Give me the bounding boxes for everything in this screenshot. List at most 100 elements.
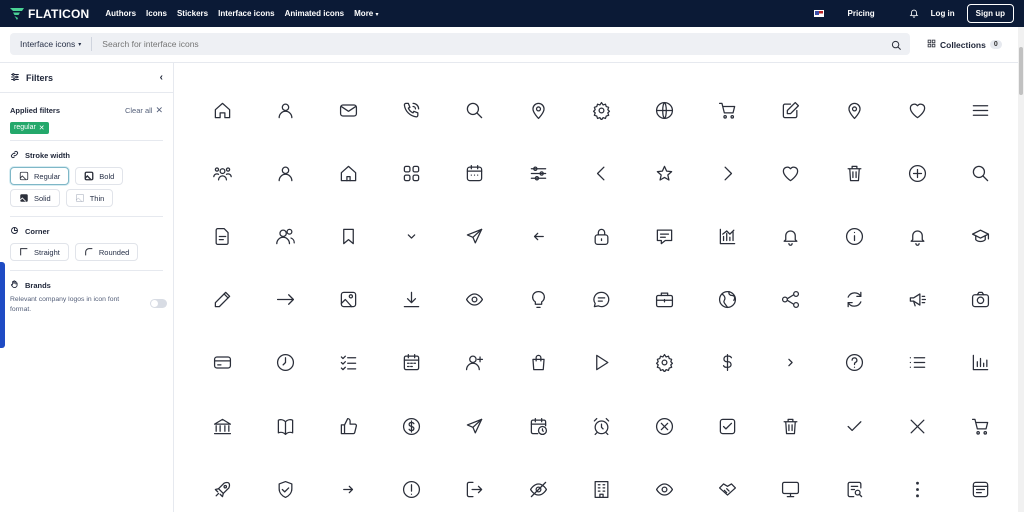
- stroke-option-thin[interactable]: Thin: [65, 189, 114, 207]
- document-icon[interactable]: [209, 223, 235, 249]
- bell-ring-icon[interactable]: [904, 223, 930, 249]
- shopping-cart-icon[interactable]: [715, 97, 741, 123]
- angle-small-right-icon[interactable]: [778, 350, 804, 376]
- eye-icon[interactable]: [651, 476, 677, 502]
- bookmark-icon[interactable]: [335, 223, 361, 249]
- house-icon[interactable]: [335, 160, 361, 186]
- stroke-option-regular[interactable]: Regular: [10, 167, 70, 185]
- search-icon[interactable]: [967, 160, 993, 186]
- search-input[interactable]: [92, 39, 910, 49]
- marker-icon[interactable]: [525, 97, 551, 123]
- trash-icon[interactable]: [841, 160, 867, 186]
- users-icon[interactable]: [209, 160, 235, 186]
- cross-circle-icon[interactable]: [651, 413, 677, 439]
- user-icon[interactable]: [272, 160, 298, 186]
- clear-all-button[interactable]: Clear all ✕: [125, 105, 163, 116]
- settings-icon[interactable]: [588, 97, 614, 123]
- eye-icon[interactable]: [462, 287, 488, 313]
- handshake-icon[interactable]: [715, 476, 741, 502]
- comment-alt-icon[interactable]: [651, 223, 677, 249]
- receipt-icon[interactable]: [967, 476, 993, 502]
- graduation-cap-icon[interactable]: [967, 223, 993, 249]
- exclamation-icon[interactable]: [399, 476, 425, 502]
- download-icon[interactable]: [399, 287, 425, 313]
- shopping-bag-icon[interactable]: [525, 350, 551, 376]
- bank-icon[interactable]: [209, 413, 235, 439]
- share-icon[interactable]: [778, 287, 804, 313]
- clock-icon[interactable]: [272, 350, 298, 376]
- nav-link-icons[interactable]: Icons: [146, 9, 167, 18]
- search-icon[interactable]: [891, 38, 902, 50]
- calendar-days-icon[interactable]: [399, 350, 425, 376]
- globe-alt-icon[interactable]: [715, 287, 741, 313]
- cart-icon[interactable]: [967, 413, 993, 439]
- sign-out-icon[interactable]: [462, 476, 488, 502]
- play-icon[interactable]: [588, 350, 614, 376]
- angle-small-down-icon[interactable]: [399, 223, 425, 249]
- settings-icon[interactable]: [651, 350, 677, 376]
- coin-icon[interactable]: [399, 413, 425, 439]
- applied-filter-chip[interactable]: regular ✕: [10, 121, 49, 134]
- nav-link-interface-icons[interactable]: Interface icons: [218, 9, 274, 18]
- list-icon[interactable]: [904, 350, 930, 376]
- angle-left-icon[interactable]: [588, 160, 614, 186]
- users-alt-icon[interactable]: [272, 223, 298, 249]
- home-icon[interactable]: [209, 97, 235, 123]
- thumbs-up-icon[interactable]: [335, 413, 361, 439]
- collections-button[interactable]: Collections 0: [927, 39, 1002, 50]
- calendar-clock-icon[interactable]: [525, 413, 551, 439]
- star-icon[interactable]: [651, 160, 677, 186]
- menu-dots-vertical-icon[interactable]: [904, 476, 930, 502]
- edit-icon[interactable]: [778, 97, 804, 123]
- envelope-icon[interactable]: [335, 97, 361, 123]
- arrow-right-icon[interactable]: [272, 287, 298, 313]
- nav-link-animated-icons[interactable]: Animated icons: [285, 9, 345, 18]
- heart-icon[interactable]: [778, 160, 804, 186]
- globe-icon[interactable]: [651, 97, 677, 123]
- user-icon[interactable]: [272, 97, 298, 123]
- user-add-icon[interactable]: [462, 350, 488, 376]
- cross-icon[interactable]: [904, 413, 930, 439]
- stats-icon[interactable]: [967, 350, 993, 376]
- paper-plane-icon[interactable]: [462, 413, 488, 439]
- refresh-icon[interactable]: [841, 287, 867, 313]
- side-feedback-tab[interactable]: [0, 262, 5, 348]
- location-icon[interactable]: [841, 97, 867, 123]
- us-flag-icon[interactable]: [813, 10, 824, 17]
- alarm-clock-icon[interactable]: [588, 413, 614, 439]
- nav-link-more[interactable]: More ▾: [354, 9, 378, 18]
- list-check-icon[interactable]: [335, 350, 361, 376]
- checkbox-icon[interactable]: [715, 413, 741, 439]
- building-icon[interactable]: [588, 476, 614, 502]
- picture-icon[interactable]: [335, 287, 361, 313]
- search-icon[interactable]: [462, 97, 488, 123]
- shield-check-icon[interactable]: [272, 476, 298, 502]
- credit-card-icon[interactable]: [209, 350, 235, 376]
- menu-burger-icon[interactable]: [967, 97, 993, 123]
- settings-sliders-icon[interactable]: [525, 160, 551, 186]
- lock-icon[interactable]: [588, 223, 614, 249]
- comment-icon[interactable]: [588, 287, 614, 313]
- flaticon-logo[interactable]: FLATICON: [10, 7, 89, 21]
- search-category-select[interactable]: Interface icons ▾: [10, 37, 93, 51]
- megaphone-icon[interactable]: [904, 287, 930, 313]
- scrollbar-thumb[interactable]: [1019, 47, 1023, 95]
- arrow-small-right-icon[interactable]: [335, 476, 361, 502]
- login-link[interactable]: Log in: [931, 9, 955, 18]
- calendar-icon[interactable]: [462, 160, 488, 186]
- trash-alt-icon[interactable]: [778, 413, 804, 439]
- corner-option-rounded[interactable]: Rounded: [74, 243, 139, 261]
- dollar-icon[interactable]: [715, 350, 741, 376]
- briefcase-icon[interactable]: [651, 287, 677, 313]
- angle-right-icon[interactable]: [715, 160, 741, 186]
- collapse-sidebar-icon[interactable]: ‹: [160, 72, 163, 83]
- bell-icon[interactable]: [909, 8, 919, 20]
- check-icon[interactable]: [841, 413, 867, 439]
- signup-button[interactable]: Sign up: [966, 4, 1014, 23]
- nav-link-stickers[interactable]: Stickers: [177, 9, 208, 18]
- stroke-option-solid[interactable]: Solid: [10, 189, 60, 207]
- info-icon[interactable]: [841, 223, 867, 249]
- bulb-icon[interactable]: [525, 287, 551, 313]
- add-icon[interactable]: [904, 160, 930, 186]
- interrogation-icon[interactable]: [841, 350, 867, 376]
